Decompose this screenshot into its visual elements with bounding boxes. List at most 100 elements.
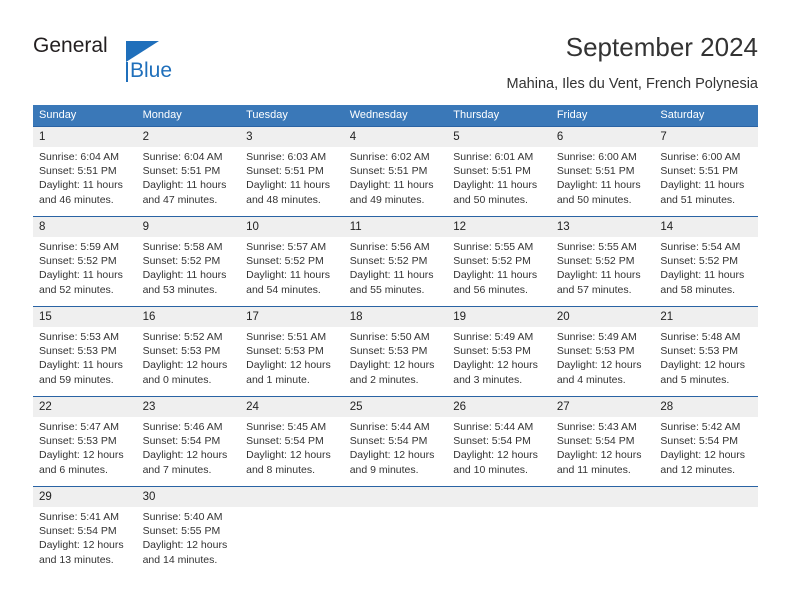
- day-number: 13: [550, 217, 655, 237]
- sunset-time: Sunset: 5:53 PM: [556, 345, 635, 358]
- calendar-day-cell[interactable]: 9 Sunrise: 5:58 AM Sunset: 5:52 PM Daylight…: [136, 216, 241, 307]
- day-number: [240, 487, 344, 507]
- sunset-time: Sunset: 5:53 PM: [39, 435, 117, 448]
- calendar-day-cell[interactable]: 28 Sunrise: 5:42 AM Sunset: 5:54 PM Dayligh…: [654, 396, 758, 487]
- sunset-time: Sunset: 5:54 PM: [349, 435, 428, 448]
- page-subtitle: Mahina, Iles du Vent, French Polynesia: [506, 76, 758, 92]
- calendar-day-cell[interactable]: 17 Sunrise: 5:51 AM Sunset: 5:53 PM Dayligh…: [240, 306, 344, 397]
- daylight-duration-line1: Daylight: 12 hours: [660, 359, 746, 372]
- sunrise-time: Sunrise: 5:55 AM: [556, 241, 637, 253]
- calendar-day-cell[interactable]: 20 Sunrise: 5:49 AM Sunset: 5:53 PM Dayligh…: [550, 306, 655, 397]
- sunset-time: Sunset: 5:54 PM: [246, 435, 324, 448]
- calendar-day-cell[interactable]: 5 Sunrise: 6:01 AM Sunset: 5:51 PM Daylight…: [447, 126, 551, 217]
- daylight-duration-line1: Daylight: 11 hours: [39, 269, 123, 282]
- calendar-day-cell[interactable]: 22 Sunrise: 5:47 AM Sunset: 5:53 PM Dayligh…: [33, 396, 137, 487]
- calendar-day-cell[interactable]: 3 Sunrise: 6:03 AM Sunset: 5:51 PM Daylight…: [240, 126, 344, 217]
- sunset-time: Sunset: 5:52 PM: [453, 255, 531, 268]
- calendar-week-row: 8 Sunrise: 5:59 AM Sunset: 5:52 PM Daylight…: [33, 216, 758, 307]
- daylight-duration-line1: Daylight: 11 hours: [246, 269, 330, 282]
- calendar-day-cell[interactable]: 27 Sunrise: 5:43 AM Sunset: 5:54 PM Dayligh…: [550, 396, 655, 487]
- calendar-week-row: 1 Sunrise: 6:04 AM Sunset: 5:51 PM Daylight…: [33, 126, 758, 217]
- sunrise-time: Sunrise: 5:51 AM: [246, 331, 327, 343]
- daylight-duration-line2: and 6 minutes.: [39, 463, 108, 476]
- daylight-duration-line2: and 50 minutes.: [556, 193, 632, 206]
- calendar-day-cell[interactable]: 24 Sunrise: 5:45 AM Sunset: 5:54 PM Dayligh…: [240, 396, 344, 487]
- day-sun-info: Sunrise: 6:00 AM Sunset: 5:51 PM Daylight:…: [654, 147, 758, 211]
- daylight-duration-line2: and 10 minutes.: [453, 463, 528, 476]
- day-number: 6: [550, 127, 655, 147]
- daylight-duration-line1: Daylight: 12 hours: [142, 539, 228, 552]
- sunrise-time: Sunrise: 6:04 AM: [142, 151, 223, 163]
- calendar-day-cell[interactable]: 18 Sunrise: 5:50 AM Sunset: 5:53 PM Dayligh…: [343, 306, 448, 397]
- day-sun-info: Sunrise: 6:04 AM Sunset: 5:51 PM Daylight:…: [137, 147, 241, 211]
- daylight-duration-line2: and 54 minutes.: [246, 283, 321, 296]
- sunrise-time: Sunrise: 6:02 AM: [349, 151, 430, 163]
- weekday-header-friday: Friday: [550, 105, 655, 127]
- daylight-duration-line1: Daylight: 12 hours: [142, 359, 228, 372]
- day-number: 23: [136, 397, 241, 417]
- calendar-day-cell[interactable]: 1 Sunrise: 6:04 AM Sunset: 5:51 PM Daylight…: [33, 126, 137, 217]
- logo-vertical-bar-icon: [126, 62, 128, 82]
- calendar-week-row: 29 Sunrise: 5:41 AM Sunset: 5:54 PM Dayligh…: [33, 486, 758, 577]
- daylight-duration-line2: and 4 minutes.: [556, 373, 626, 386]
- calendar-day-cell[interactable]: 4 Sunrise: 6:02 AM Sunset: 5:51 PM Daylight…: [343, 126, 448, 217]
- sunrise-time: Sunrise: 5:48 AM: [660, 331, 741, 343]
- calendar-day-cell[interactable]: 19 Sunrise: 5:49 AM Sunset: 5:53 PM Dayligh…: [447, 306, 551, 397]
- weekday-header-sunday: Sunday: [33, 105, 137, 127]
- calendar-day-cell[interactable]: 14 Sunrise: 5:54 AM Sunset: 5:52 PM Dayligh…: [654, 216, 758, 307]
- daylight-duration-line1: Daylight: 12 hours: [453, 449, 538, 462]
- sunset-time: Sunset: 5:53 PM: [142, 345, 221, 358]
- calendar-day-cell[interactable]: 10 Sunrise: 5:57 AM Sunset: 5:52 PM Dayligh…: [240, 216, 344, 307]
- sunrise-time: Sunrise: 5:45 AM: [246, 421, 327, 433]
- calendar-day-cell[interactable]: 13 Sunrise: 5:55 AM Sunset: 5:52 PM Dayligh…: [550, 216, 655, 307]
- sunrise-time: Sunrise: 6:00 AM: [556, 151, 637, 163]
- calendar-day-cell[interactable]: 6 Sunrise: 6:00 AM Sunset: 5:51 PM Daylight…: [550, 126, 655, 217]
- day-number: 27: [550, 397, 655, 417]
- day-number: 12: [447, 217, 551, 237]
- day-sun-info: Sunrise: 5:55 AM Sunset: 5:52 PM Daylight:…: [447, 237, 551, 301]
- day-number: [654, 487, 758, 507]
- calendar-header-row: Sunday Monday Tuesday Wednesday Thursday…: [33, 105, 758, 127]
- page-title: September 2024: [565, 32, 758, 62]
- calendar-day-cell[interactable]: 12 Sunrise: 5:55 AM Sunset: 5:52 PM Dayligh…: [447, 216, 551, 307]
- day-sun-info: Sunrise: 5:53 AM Sunset: 5:53 PM Daylight:…: [33, 327, 137, 391]
- sunrise-time: Sunrise: 5:52 AM: [142, 331, 223, 343]
- daylight-duration-line1: Daylight: 12 hours: [556, 449, 642, 462]
- sunset-time: Sunset: 5:53 PM: [349, 345, 428, 358]
- calendar-day-cell[interactable]: 11 Sunrise: 5:56 AM Sunset: 5:52 PM Dayligh…: [343, 216, 448, 307]
- daylight-duration-line2: and 9 minutes.: [349, 463, 419, 476]
- daylight-duration-line1: Daylight: 12 hours: [246, 359, 331, 372]
- sunset-time: Sunset: 5:54 PM: [39, 525, 117, 538]
- sunrise-time: Sunrise: 6:04 AM: [39, 151, 119, 163]
- sunrise-time: Sunrise: 5:56 AM: [349, 241, 430, 253]
- calendar-day-cell[interactable]: 2 Sunrise: 6:04 AM Sunset: 5:51 PM Daylight…: [136, 126, 241, 217]
- day-sun-info: Sunrise: 5:57 AM Sunset: 5:52 PM Daylight:…: [240, 237, 344, 301]
- calendar-day-cell[interactable]: 30 Sunrise: 5:40 AM Sunset: 5:55 PM Dayligh…: [136, 486, 241, 577]
- day-number: 1: [33, 127, 137, 147]
- day-number: 26: [447, 397, 551, 417]
- day-sun-info: Sunrise: 5:51 AM Sunset: 5:53 PM Daylight:…: [240, 327, 344, 391]
- weekday-header-wednesday: Wednesday: [343, 105, 448, 127]
- daylight-duration-line1: Daylight: 11 hours: [142, 269, 227, 282]
- daylight-duration-line2: and 1 minute.: [246, 373, 310, 386]
- calendar-day-cell[interactable]: 29 Sunrise: 5:41 AM Sunset: 5:54 PM Dayligh…: [33, 486, 137, 577]
- calendar-day-cell[interactable]: 23 Sunrise: 5:46 AM Sunset: 5:54 PM Dayligh…: [136, 396, 241, 487]
- daylight-duration-line1: Daylight: 12 hours: [39, 449, 124, 462]
- calendar-day-cell[interactable]: 8 Sunrise: 5:59 AM Sunset: 5:52 PM Daylight…: [33, 216, 137, 307]
- calendar-day-cell[interactable]: 15 Sunrise: 5:53 AM Sunset: 5:53 PM Dayligh…: [33, 306, 137, 397]
- daylight-duration-line1: Daylight: 11 hours: [453, 179, 538, 192]
- sunset-time: Sunset: 5:52 PM: [39, 255, 117, 268]
- day-number: 11: [343, 217, 448, 237]
- day-number: [447, 487, 551, 507]
- weekday-header-thursday: Thursday: [447, 105, 551, 127]
- day-number: 9: [136, 217, 241, 237]
- daylight-duration-line2: and 5 minutes.: [660, 373, 730, 386]
- calendar-day-cell[interactable]: 25 Sunrise: 5:44 AM Sunset: 5:54 PM Dayligh…: [343, 396, 448, 487]
- calendar-day-cell[interactable]: 21 Sunrise: 5:48 AM Sunset: 5:53 PM Dayligh…: [654, 306, 758, 397]
- page-header: General Blue September 2024 Mahina, Iles…: [0, 0, 792, 100]
- calendar-day-cell[interactable]: 16 Sunrise: 5:52 AM Sunset: 5:53 PM Dayligh…: [136, 306, 241, 397]
- calendar-day-cell[interactable]: 26 Sunrise: 5:44 AM Sunset: 5:54 PM Dayligh…: [447, 396, 551, 487]
- daylight-duration-line2: and 56 minutes.: [453, 283, 528, 296]
- calendar-day-cell[interactable]: 7 Sunrise: 6:00 AM Sunset: 5:51 PM Daylight…: [654, 126, 758, 217]
- day-number: 29: [33, 487, 137, 507]
